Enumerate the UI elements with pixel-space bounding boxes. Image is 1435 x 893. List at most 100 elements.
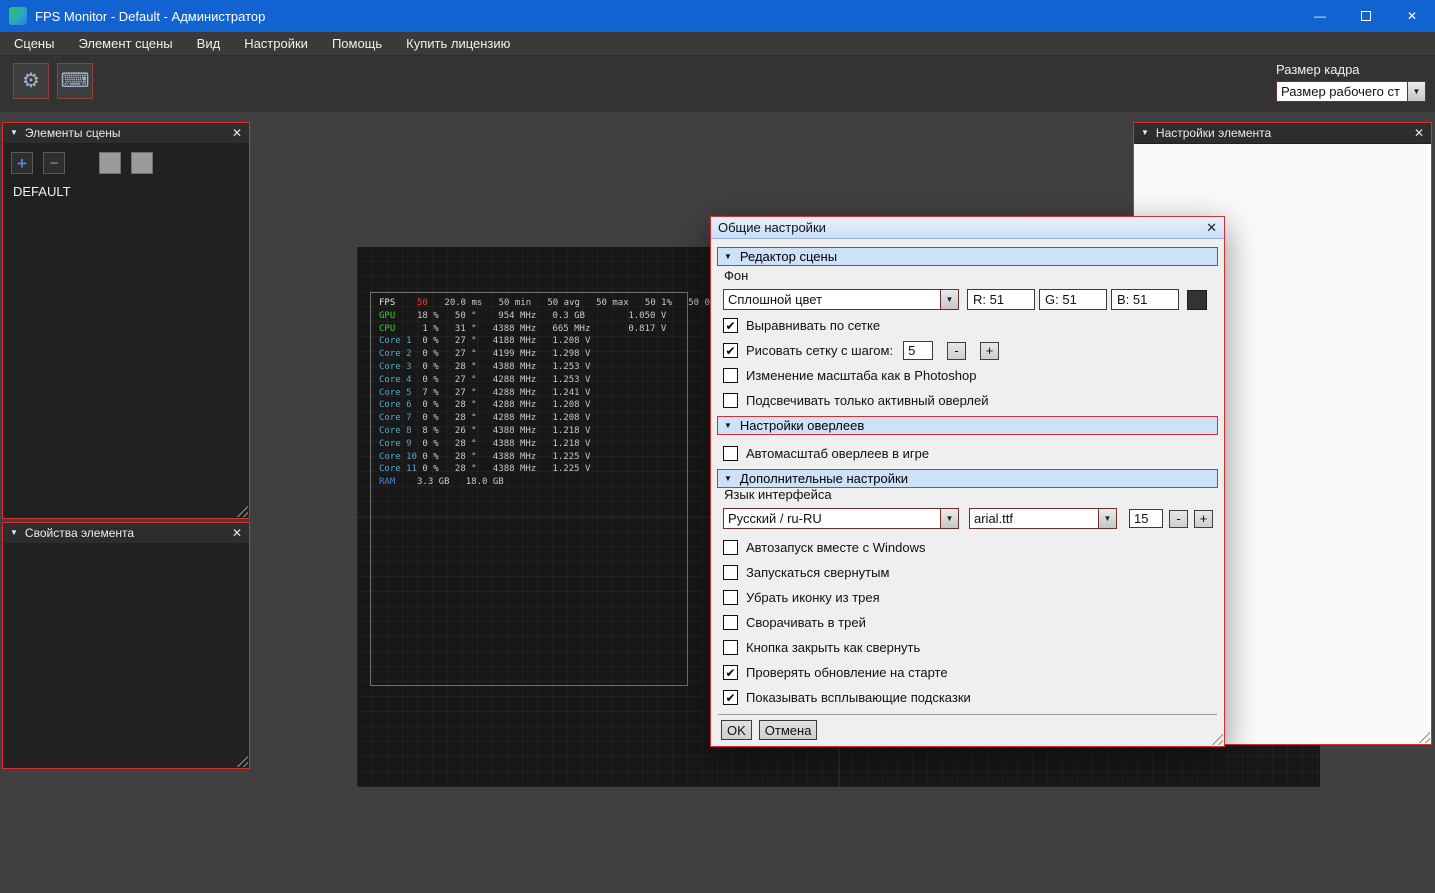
- overlay-row: Core 6 0 % 28 ° 4288 MHz 1.208 V: [379, 399, 726, 412]
- overlay-row-label: Core 10: [379, 451, 417, 464]
- background-label: Фон: [724, 268, 748, 283]
- overlay-row-values: 7 % 27 ° 4288 MHz 1.241 V: [417, 388, 590, 398]
- checkbox-label: Запускаться свернутым: [746, 565, 889, 580]
- section-overlay-settings[interactable]: ▼ Настройки оверлеев: [717, 416, 1218, 435]
- frame-size-value: Размер рабочего ст: [1277, 84, 1407, 99]
- settings-tool-button[interactable]: ⚙: [13, 63, 49, 99]
- menu-item-5[interactable]: Помощь: [332, 36, 382, 51]
- menu-item-4[interactable]: Настройки: [244, 36, 308, 51]
- overlay-row-values: 0 % 28 ° 4388 MHz 1.225 V: [417, 464, 590, 474]
- overlay-row: Core 11 0 % 28 ° 4388 MHz 1.225 V: [379, 463, 726, 476]
- menu-item-1[interactable]: Сцены: [14, 36, 54, 51]
- overlay-row: GPU18 % 50 ° 954 MHz 0.3 GB 1.050 V: [379, 310, 726, 323]
- chevron-down-icon[interactable]: ▼: [1098, 509, 1116, 528]
- close-icon[interactable]: ✕: [232, 126, 242, 140]
- overlay-selection-box[interactable]: FPS50 20.0 ms 50 min 50 avg 50 max 50 1%…: [370, 292, 688, 686]
- add-element-button[interactable]: +: [11, 152, 33, 174]
- overlay-row: Core 4 0 % 27 ° 4288 MHz 1.253 V: [379, 374, 726, 387]
- frame-size-label: Размер кадра: [1276, 62, 1426, 77]
- general-checkbox-4[interactable]: [723, 615, 738, 630]
- overlay-row: RAM3.3 GB 18.0 GB: [379, 476, 726, 489]
- editor-row-3: Изменение масштаба как в Photoshop: [723, 363, 1216, 388]
- chevron-down-icon[interactable]: ▼: [940, 509, 958, 528]
- panel-title: Настройки элемента: [1156, 126, 1271, 140]
- collapse-icon[interactable]: ▼: [1141, 129, 1149, 137]
- element-tool-button-3[interactable]: [99, 152, 121, 174]
- font-size-increase-button[interactable]: +: [1194, 510, 1213, 528]
- menu-item-2[interactable]: Элемент сцены: [78, 36, 172, 51]
- overlay-row-values: 0 % 28 ° 4288 MHz 1.208 V: [417, 413, 590, 423]
- general-checkbox-2[interactable]: [723, 565, 738, 580]
- background-type-select[interactable]: Сплошной цвет ▼: [723, 289, 959, 310]
- dialog-divider: [718, 714, 1217, 715]
- language-row: Русский / ru-RU ▼ arial.ttf ▼ 15 - +: [723, 508, 1213, 529]
- section-label: Настройки оверлеев: [740, 418, 864, 433]
- editor-checkbox-3[interactable]: [723, 368, 738, 383]
- green-value-input[interactable]: G: 51: [1039, 289, 1107, 310]
- grid-step-decrease-button[interactable]: -: [947, 342, 966, 360]
- background-row: Сплошной цвет ▼ R: 51 G: 51 B: 51: [723, 289, 1207, 310]
- overlay-row-label: Core 2: [379, 348, 417, 361]
- chevron-down-icon[interactable]: ▼: [940, 290, 958, 309]
- general-checkbox-3[interactable]: [723, 590, 738, 605]
- close-icon[interactable]: ✕: [1414, 126, 1424, 140]
- dialog-title-bar[interactable]: Общие настройки ✕: [711, 217, 1224, 239]
- close-icon[interactable]: ✕: [232, 526, 242, 540]
- remove-element-button[interactable]: −: [43, 152, 65, 174]
- language-select[interactable]: Русский / ru-RU ▼: [723, 508, 959, 529]
- editor-checkbox-1[interactable]: ✔: [723, 318, 738, 333]
- general-checkbox-1[interactable]: [723, 540, 738, 555]
- checkbox-label: Автомасштаб оверлеев в игре: [746, 446, 929, 461]
- checkbox-label: Убрать иконку из трея: [746, 590, 880, 605]
- editor-checkbox-4[interactable]: [723, 393, 738, 408]
- overlay-row: Core 8 8 % 26 ° 4388 MHz 1.218 V: [379, 425, 726, 438]
- section-scene-editor[interactable]: ▼ Редактор сцены: [717, 247, 1218, 266]
- grid-step-input[interactable]: 5: [903, 341, 933, 360]
- font-size-decrease-button[interactable]: -: [1169, 510, 1188, 528]
- frame-size-select[interactable]: Размер рабочего ст ▼: [1276, 81, 1426, 102]
- element-tool-button-4[interactable]: [131, 152, 153, 174]
- scene-list-item-default[interactable]: DEFAULT: [3, 174, 249, 199]
- general-settings-dialog: Общие настройки ✕ ▼ Редактор сцены Фон С…: [710, 216, 1225, 747]
- general-checkbox-5[interactable]: [723, 640, 738, 655]
- checkbox-label: Кнопка закрыть как свернуть: [746, 640, 920, 655]
- minimize-icon: —: [1314, 9, 1326, 23]
- close-icon[interactable]: ✕: [1206, 220, 1217, 236]
- red-value-input[interactable]: R: 51: [967, 289, 1035, 310]
- font-value: arial.ttf: [970, 511, 1098, 526]
- editor-row-4: Подсвечивать только активный оверлей: [723, 388, 1216, 413]
- hotkeys-tool-button[interactable]: ⌨: [57, 63, 93, 99]
- overlay-row-label: GPU: [379, 310, 417, 323]
- chevron-down-icon[interactable]: ▼: [1407, 82, 1425, 101]
- overlay-row-values: 8 % 26 ° 4388 MHz 1.218 V: [417, 426, 590, 436]
- color-swatch[interactable]: [1187, 290, 1207, 310]
- overlay-row-label: Core 4: [379, 374, 417, 387]
- maximize-button[interactable]: [1343, 0, 1389, 32]
- checkbox-label: Показывать всплывающие подсказки: [746, 690, 971, 705]
- section-arrow-icon: ▼: [724, 422, 732, 430]
- overlay-checkbox-1[interactable]: [723, 446, 738, 461]
- menu-item-6[interactable]: Купить лицензию: [406, 36, 510, 51]
- checkbox-label: Изменение масштаба как в Photoshop: [746, 368, 976, 383]
- overlay-row-label: Core 3: [379, 361, 417, 374]
- overlay-row-label: CPU: [379, 323, 417, 336]
- window-controls: — ✕: [1297, 0, 1435, 32]
- editor-checkbox-2[interactable]: ✔: [723, 343, 738, 358]
- collapse-icon[interactable]: ▼: [10, 529, 18, 537]
- font-select[interactable]: arial.ttf ▼: [969, 508, 1117, 529]
- menu-bar: Сцены Элемент сцены Вид Настройки Помощь Купи…: [0, 32, 1435, 55]
- menu-item-3[interactable]: Вид: [197, 36, 221, 51]
- ok-button[interactable]: OK: [721, 720, 752, 740]
- resize-grip[interactable]: [1209, 731, 1223, 745]
- overlay-row-values: 18 % 50 ° 954 MHz 0.3 GB 1.050 V: [417, 311, 666, 321]
- minimize-button[interactable]: —: [1297, 0, 1343, 32]
- collapse-icon[interactable]: ▼: [10, 129, 18, 137]
- section-additional-settings[interactable]: ▼ Дополнительные настройки: [717, 469, 1218, 488]
- cancel-button[interactable]: Отмена: [759, 720, 818, 740]
- general-checkbox-7[interactable]: ✔: [723, 690, 738, 705]
- blue-value-input[interactable]: B: 51: [1111, 289, 1179, 310]
- general-checkbox-6[interactable]: ✔: [723, 665, 738, 680]
- grid-step-increase-button[interactable]: +: [980, 342, 999, 360]
- font-size-input[interactable]: 15: [1129, 509, 1163, 528]
- close-button[interactable]: ✕: [1389, 0, 1435, 32]
